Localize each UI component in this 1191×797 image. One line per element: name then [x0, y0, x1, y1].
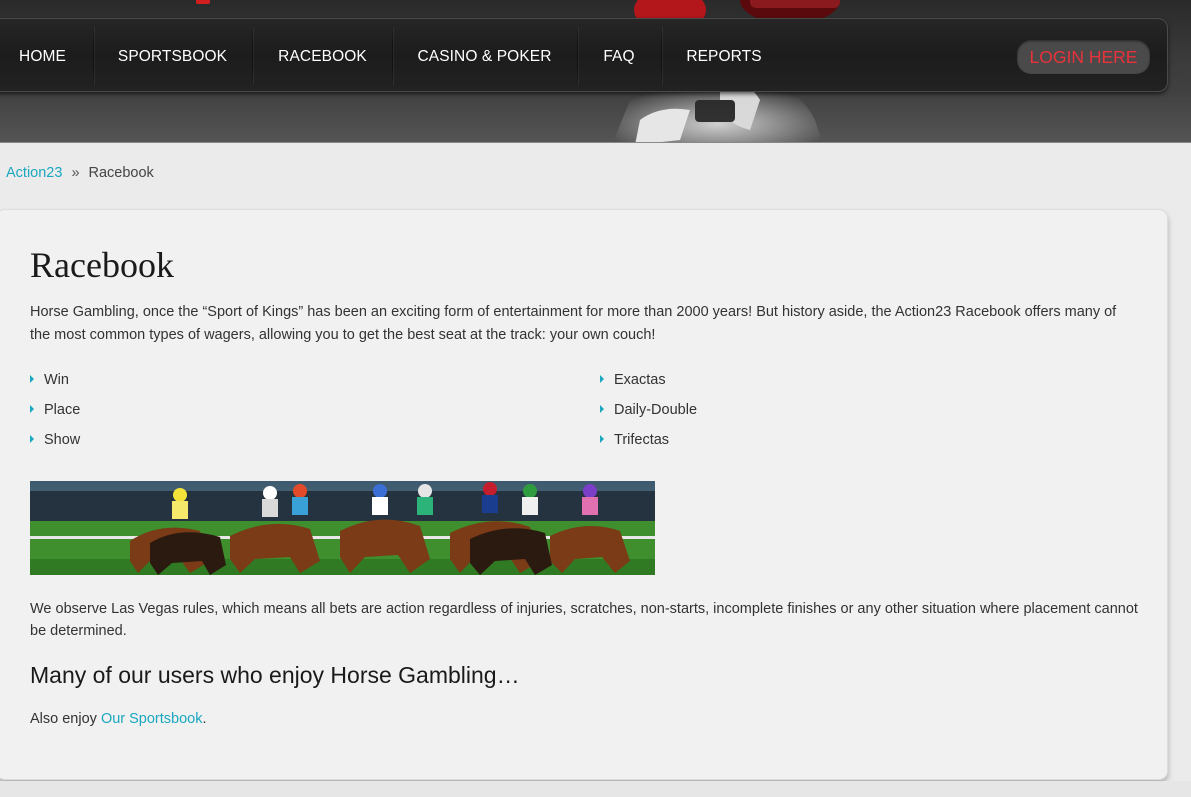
section-heading: Many of our users who enjoy Horse Gambli… — [30, 662, 520, 688]
page-title: Racebook — [30, 245, 174, 285]
nav-divider — [577, 27, 578, 85]
nav-divider — [93, 27, 94, 85]
header-banner: HOME SPORTSBOOK RACEBOOK CASINO & POKER … — [0, 0, 1191, 143]
wager-label: Daily-Double — [614, 402, 698, 418]
nav-divider — [252, 27, 253, 85]
wager-label: Win — [44, 372, 69, 388]
nav-divider — [392, 27, 393, 85]
sportsbook-link[interactable]: Our Sportsbook — [101, 711, 203, 727]
bullet-arrow-icon — [600, 405, 604, 413]
nav-divider — [661, 27, 662, 85]
also-prefix: Also enjoy — [30, 711, 101, 727]
nav-faq[interactable]: FAQ — [592, 37, 646, 77]
nav-racebook[interactable]: RACEBOOK — [267, 37, 378, 77]
rules-paragraph: We observe Las Vegas rules, which means … — [30, 601, 1138, 639]
wager-label: Show — [44, 432, 81, 448]
list-item: Exactas — [600, 365, 1100, 395]
footer-strip — [0, 781, 1191, 797]
bullet-arrow-icon — [600, 435, 604, 443]
breadcrumb-separator: » — [71, 165, 80, 181]
list-item: Win — [30, 365, 570, 395]
content-card: Racebook Horse Gambling, once the “Sport… — [0, 209, 1168, 780]
breadcrumb-home-link[interactable]: Action23 — [6, 165, 62, 181]
login-button[interactable]: LOGIN HERE — [1017, 40, 1150, 74]
also-suffix: . — [202, 711, 207, 727]
horse-race-image — [30, 481, 655, 575]
bullet-arrow-icon — [30, 375, 34, 383]
list-item: Place — [30, 395, 570, 425]
breadcrumb-current: Racebook — [88, 165, 154, 181]
wager-label: Trifectas — [614, 432, 670, 448]
nav-casino-poker[interactable]: CASINO & POKER — [407, 37, 562, 77]
wager-label: Place — [44, 402, 81, 418]
wager-list-left: Win Place Show — [30, 365, 570, 455]
wager-label: Exactas — [614, 372, 666, 388]
breadcrumb: Action23 » Racebook — [6, 165, 154, 181]
bullet-arrow-icon — [30, 435, 34, 443]
list-item: Show — [30, 425, 570, 455]
list-item: Daily-Double — [600, 395, 1100, 425]
list-item: Trifectas — [600, 425, 1100, 455]
bullet-arrow-icon — [30, 405, 34, 413]
nav-reports[interactable]: REPORTS — [676, 37, 772, 77]
wager-list-right: Exactas Daily-Double Trifectas — [600, 365, 1100, 455]
bullet-arrow-icon — [600, 375, 604, 383]
logo-fragment — [196, 0, 210, 4]
also-enjoy-text: Also enjoy Our Sportsbook. — [30, 711, 207, 727]
nav-home[interactable]: HOME — [1, 37, 84, 77]
header-glow — [0, 90, 1191, 142]
main-nav: HOME SPORTSBOOK RACEBOOK CASINO & POKER … — [0, 18, 1168, 92]
nav-sportsbook[interactable]: SPORTSBOOK — [107, 37, 238, 77]
intro-paragraph: Horse Gambling, once the “Sport of Kings… — [30, 304, 1117, 343]
